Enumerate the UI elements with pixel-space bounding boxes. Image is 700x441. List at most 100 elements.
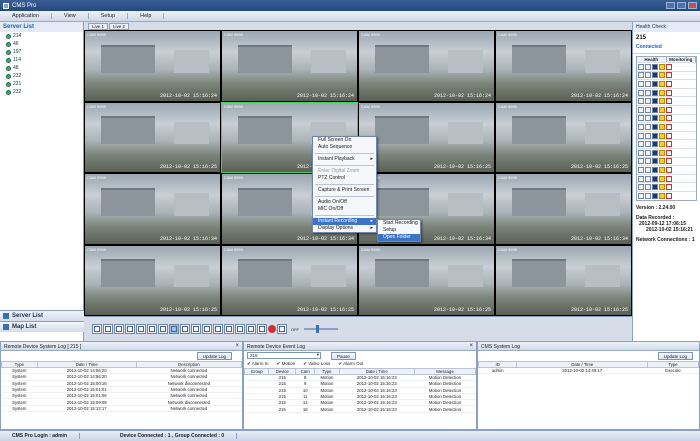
table-row[interactable]: 215 11 Motion 2012-10-02 15:16:23 Motion Det… [244,393,476,401]
health-row [637,62,696,71]
camera-name: CAM 9999 [361,103,380,109]
layout-25-button[interactable] [191,324,201,334]
health-row [637,165,696,174]
layout-10-button[interactable] [147,324,157,334]
camera-tile[interactable]: CAM 9999 2012-10-02 15:16:34 [85,174,220,244]
menu-application[interactable]: Application [0,13,52,19]
menu-recording-setup[interactable]: Setup [378,227,420,234]
record-icon[interactable] [268,325,276,333]
health-row [637,182,696,191]
map-icon [3,324,9,330]
minimize-button[interactable] [666,2,675,9]
server-list-button[interactable]: Server List [0,310,84,321]
menu-ptz-control[interactable]: PTZ Control [313,175,376,182]
filter-alarm-in[interactable]: Alarm In [247,361,269,367]
camera-tile[interactable]: CAM 9999 2012-10-02 15:16:25 [85,102,220,172]
motion-status-icon [666,80,672,87]
tab-live-1[interactable]: Live 1 [88,23,109,30]
layout-64-button[interactable] [224,324,234,334]
menu-instant-playback[interactable]: Instant Playback ▸ [313,156,376,163]
update-log-button[interactable]: Update Log [657,352,693,360]
server-item[interactable]: 221 [0,80,83,88]
camera-name: CAM 9999 [224,175,243,180]
camera-tile[interactable]: CAM 9999 2012-10-02 15:16:25 [85,245,220,315]
server-item[interactable]: 197 [0,48,83,56]
menu-instant-recording[interactable]: Instant Recording ▸ [313,218,376,225]
video-frame [375,187,430,216]
menu-display-options[interactable]: Display Options ▸ [313,225,376,232]
video-frame [585,264,621,288]
close-icon[interactable]: × [235,343,239,349]
update-log-button[interactable]: Update Log [196,352,232,360]
volume-handle[interactable] [316,325,319,333]
table-row[interactable]: 215 9 Motion 2012-10-02 15:16:23 Motion Dete… [244,380,476,388]
menu-capture-print[interactable]: Capture & Print Screen [313,187,376,194]
server-item[interactable]: 114 [0,56,83,64]
menu-mic[interactable]: MIC On/Off [313,206,376,213]
layout-9-button[interactable] [136,324,146,334]
server-item[interactable]: 48 [0,64,83,72]
menu-help[interactable]: Help [128,13,165,19]
layout-6-button[interactable] [114,324,124,334]
layout-20-button[interactable] [180,324,190,334]
layout-icon [193,326,199,332]
menu-setup[interactable]: Setup [89,13,129,19]
status-bar: CMS Pro Login : admin Device Connected :… [0,430,700,441]
layout-4-button[interactable] [103,324,113,334]
camera-tile[interactable]: CAM 9999 2012-10-02 15:16:25 [496,245,631,315]
map-list-button[interactable]: Map List [0,321,84,332]
table-row[interactable]: 215 8 Motion 2012-10-02 15:16:23 Motion Dete… [244,374,476,382]
layout-16-button[interactable] [169,324,179,334]
camera-tile[interactable]: CAM 9999 2012-10-02 15:16:34 [496,174,631,244]
filter-alarm-out[interactable]: Alarm Out [338,361,363,367]
filter-video-loss[interactable]: Video Loss [303,361,330,367]
close-icon[interactable]: × [469,343,473,349]
table-row[interactable]: 215 10 Motion 2012-10-02 15:16:23 Motion Det… [244,387,476,394]
server-icon [6,89,11,95]
menu-auto-sequence[interactable]: Auto Sequence [313,144,376,151]
sequence-button[interactable] [235,324,245,334]
camera-tile[interactable]: CAM 9999 2012-10-02 15:16:25 [496,102,631,172]
menu-view[interactable]: View [52,13,89,19]
layout-36-button[interactable] [202,324,212,334]
pause-button[interactable]: Pause [331,351,356,360]
speaker-button[interactable] [277,324,287,334]
device-select[interactable]: 215 [247,352,321,359]
layout-13-button[interactable] [158,324,168,334]
table-row[interactable]: admin 2012-10-02 14:49:17 Execute [478,367,699,375]
network-info: Network Connections : 1 [636,236,695,243]
table-row[interactable]: 215 16 Motion 2012-10-02 15:16:23 Motion Det… [244,405,476,413]
layout-49-button[interactable] [213,324,223,334]
camera-timestamp: 2012-10-02 15:16:25 [433,164,491,170]
filter-motion[interactable]: Motion [277,361,296,367]
server-item[interactable]: 232 [0,88,83,96]
volume-slider[interactable] [304,325,338,333]
fullscreen-button[interactable] [246,324,256,334]
camera-tile[interactable]: CAM 9999 2012-10-02 15:16:25 [222,245,357,315]
camera-tile[interactable]: CAM 9999 2012-10-02 15:16:24 [222,31,357,101]
camera-tile[interactable]: CAM 9999 2012-10-02 15:16:25 [359,245,494,315]
snapshot-button[interactable] [257,324,267,334]
menu-start-recording[interactable]: Start Recording [378,220,420,227]
menu-open-folder[interactable]: Open Folder [378,234,420,241]
maximize-button[interactable] [677,2,686,9]
camera-status-icon [638,106,644,113]
server-item[interactable]: 232 [0,72,83,80]
camera-tile[interactable]: CAM 9999 2012-10-02 15:16:24 [496,31,631,101]
table-row[interactable]: 215 14 Motion 2012-10-02 15:16:23 Motion Det… [244,399,476,407]
tab-live-2[interactable]: Live 2 [109,23,130,30]
camera-tile[interactable]: CAM 9999 2012-10-02 15:16:24 [359,31,494,101]
camera-tile[interactable]: CAM 9999 2012-10-02 15:16:24 [85,31,220,101]
close-button[interactable] [688,2,697,9]
menu-audio[interactable]: Audio On/Off [313,199,376,206]
server-item[interactable]: 214 [0,32,83,40]
server-item[interactable]: 46 [0,40,83,48]
layout-8-button[interactable] [125,324,135,334]
table-row[interactable]: System 2012-10-02 15:12:17 Network connect… [1,405,242,413]
camera-tile[interactable]: CAM 9999 2012-10-02 15:16:25 [359,102,494,172]
video-status-icon [645,166,651,173]
submenu-arrow-icon: ▸ [370,156,373,162]
menu-full-screen[interactable]: Full Screen On [313,137,376,144]
layout-1-button[interactable] [92,324,102,334]
app-icon [3,2,9,9]
